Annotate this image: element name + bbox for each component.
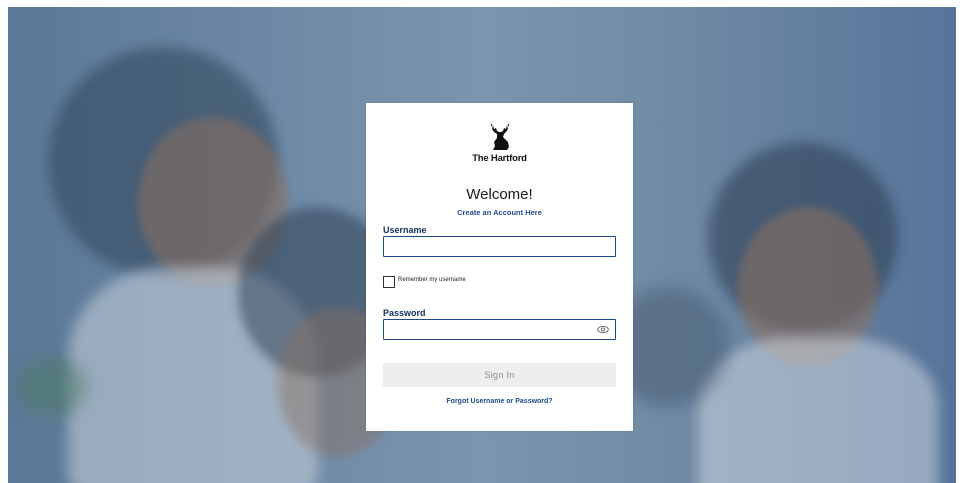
brand-name: The Hartford (472, 153, 527, 164)
sign-in-button[interactable]: Sign In (383, 363, 616, 387)
remember-username-label[interactable]: Remember my username (398, 277, 466, 283)
photo-shape (16, 357, 86, 417)
forgot-credentials-link[interactable]: Forgot Username or Password? (366, 398, 633, 405)
password-label: Password (383, 308, 426, 318)
page: The Hartford Welcome! Create an Account … (0, 0, 963, 483)
brand-logo: The Hartford (366, 123, 633, 164)
username-input[interactable] (383, 236, 616, 257)
remember-username-checkbox[interactable] (383, 276, 395, 288)
password-input[interactable] (383, 319, 616, 340)
create-account-link[interactable]: Create an Account Here (366, 208, 633, 217)
photo-shape (698, 337, 938, 483)
login-card: The Hartford Welcome! Create an Account … (366, 103, 633, 431)
stag-logo-icon (490, 123, 509, 150)
welcome-heading: Welcome! (466, 186, 533, 203)
eye-icon[interactable] (597, 324, 609, 335)
username-label: Username (383, 225, 427, 235)
